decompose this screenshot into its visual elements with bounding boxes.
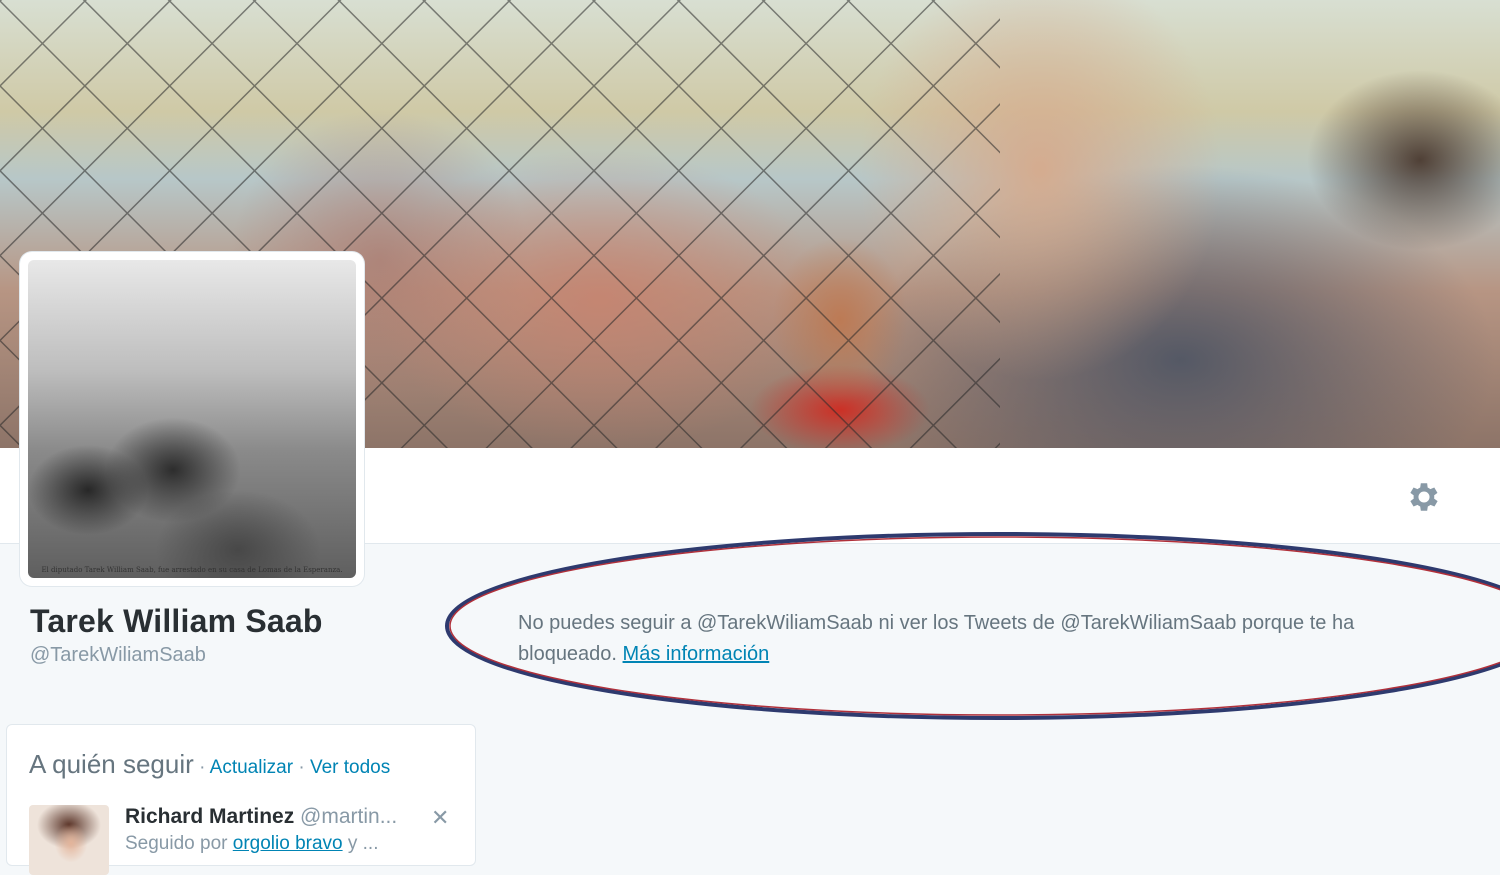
suggestion-followed-by: Seguido por orgolio bravo y ...: [125, 833, 379, 855]
who-to-follow-module: A quién seguir · Actualizar · Ver todos …: [6, 724, 476, 875]
suggestion-avatar[interactable]: [29, 805, 109, 875]
who-to-follow-title: A quién seguir: [29, 749, 194, 779]
suggestion-handle: @martin...: [300, 805, 398, 828]
profile-avatar[interactable]: El diputado Tarek William Saab, fue arre…: [20, 252, 364, 586]
profile-name: Tarek William Saab: [30, 603, 323, 639]
blocked-notice: No puedes seguir a @TarekWiliamSaab ni v…: [518, 608, 1458, 670]
suggestion-name: Richard Martinez: [125, 805, 295, 828]
gear-icon[interactable]: [1405, 478, 1443, 516]
close-icon[interactable]: ✕: [431, 805, 449, 831]
avatar-caption: El diputado Tarek William Saab, fue arre…: [41, 566, 343, 574]
refresh-link[interactable]: Actualizar: [210, 757, 293, 778]
who-to-follow-heading: A quién seguir · Actualizar · Ver todos: [29, 749, 390, 780]
more-info-link[interactable]: Más información: [623, 643, 770, 665]
separator: ·: [193, 757, 210, 778]
profile-handle: @TarekWiliamSaab: [30, 644, 206, 666]
view-all-link[interactable]: Ver todos: [310, 757, 390, 778]
avatar-photo: El diputado Tarek William Saab, fue arre…: [28, 260, 356, 578]
separator: ·: [293, 757, 310, 778]
suggestion-user[interactable]: Richard Martinez @martin...: [125, 805, 397, 829]
